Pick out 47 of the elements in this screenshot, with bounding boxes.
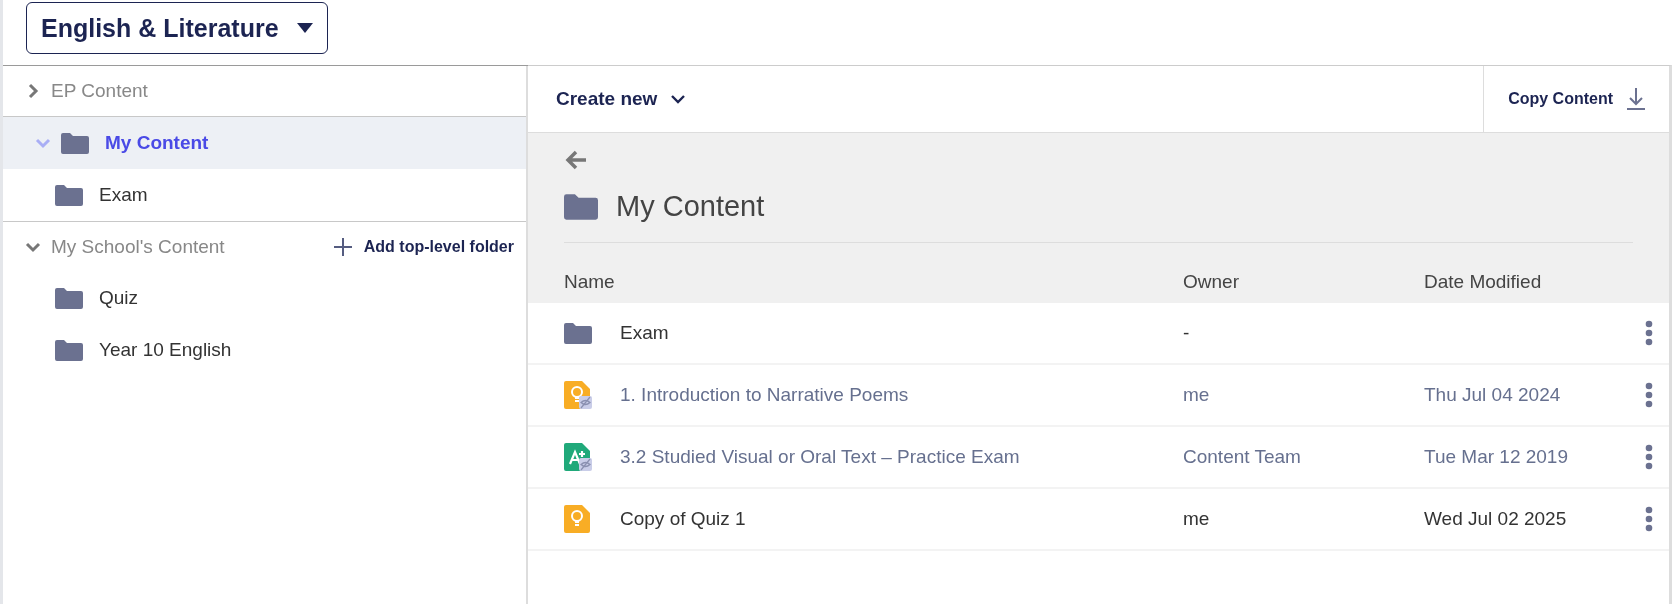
caret-icon xyxy=(296,23,313,33)
tree-item[interactable]: Year 10 English xyxy=(3,324,526,376)
folder-icon xyxy=(55,184,83,206)
column-header: Owner xyxy=(1183,271,1240,293)
folder-icon xyxy=(564,193,598,220)
owner-cell-text: - xyxy=(1183,322,1191,344)
date-cell-text: Tue Mar 12 2019 xyxy=(1424,446,1569,468)
subject-dropdown[interactable]: English & Literature xyxy=(26,2,328,54)
more-options-icon[interactable] xyxy=(1644,444,1654,470)
download-icon xyxy=(1627,88,1645,110)
item-name: Exam xyxy=(620,322,670,344)
chevron-down-icon xyxy=(671,94,686,104)
plus-icon xyxy=(333,238,352,256)
table-row[interactable]: 1. Introduction to Narrative Poems me Thu Jul 04 2024 xyxy=(528,365,1669,427)
tree-item[interactable]: My Content xyxy=(3,117,526,169)
folder-icon xyxy=(55,287,83,309)
item-name: 1. Introduction to Narrative Poems xyxy=(620,384,910,406)
tree-item[interactable]: Quiz xyxy=(3,272,526,324)
folder-icon xyxy=(564,322,592,344)
lightbulb-file-icon xyxy=(564,505,592,533)
tree-section-header[interactable]: EP Content xyxy=(3,66,526,116)
column-header: Date Modified xyxy=(1424,271,1543,293)
back-arrow-icon[interactable] xyxy=(564,149,588,171)
table-row[interactable]: Copy of Quiz 1 me Wed Jul 02 2025 xyxy=(528,489,1669,551)
grade-file-hidden-icon xyxy=(564,443,592,471)
column-header: Name xyxy=(564,271,616,293)
date-cell-text: Thu Jul 04 2024 xyxy=(1424,384,1562,406)
owner-cell-text: me xyxy=(1183,508,1211,530)
lightbulb-file-hidden-icon xyxy=(564,381,592,409)
folder-icon xyxy=(55,339,83,361)
folder-icon xyxy=(61,132,89,154)
copy-content-button[interactable]: Copy Content xyxy=(1483,66,1669,132)
table-row[interactable]: Exam - xyxy=(528,303,1669,365)
item-name: Copy of Quiz 1 xyxy=(620,508,747,530)
add-folder-button[interactable]: Add top-level folder xyxy=(333,238,526,256)
owner-cell-text: Content Team xyxy=(1183,446,1302,468)
more-options-icon[interactable] xyxy=(1644,320,1654,346)
item-name: 3.2 Studied Visual or Oral Text – Practice Exam xyxy=(620,446,1021,468)
more-options-icon[interactable] xyxy=(1644,382,1654,408)
tree-section-header[interactable]: My School's Content Add top-level folder xyxy=(3,222,526,272)
more-options-icon[interactable] xyxy=(1644,506,1654,532)
tree-item[interactable]: Exam xyxy=(3,169,526,221)
owner-cell-text: me xyxy=(1183,384,1211,406)
create-new-button[interactable]: Create new xyxy=(528,66,714,132)
date-cell-text: Wed Jul 02 2025 xyxy=(1424,508,1568,530)
folder-title: My Content xyxy=(616,190,765,223)
table-row[interactable]: 3.2 Studied Visual or Oral Text – Practice Exam Content Team Tue Mar 12 2019 xyxy=(528,427,1669,489)
